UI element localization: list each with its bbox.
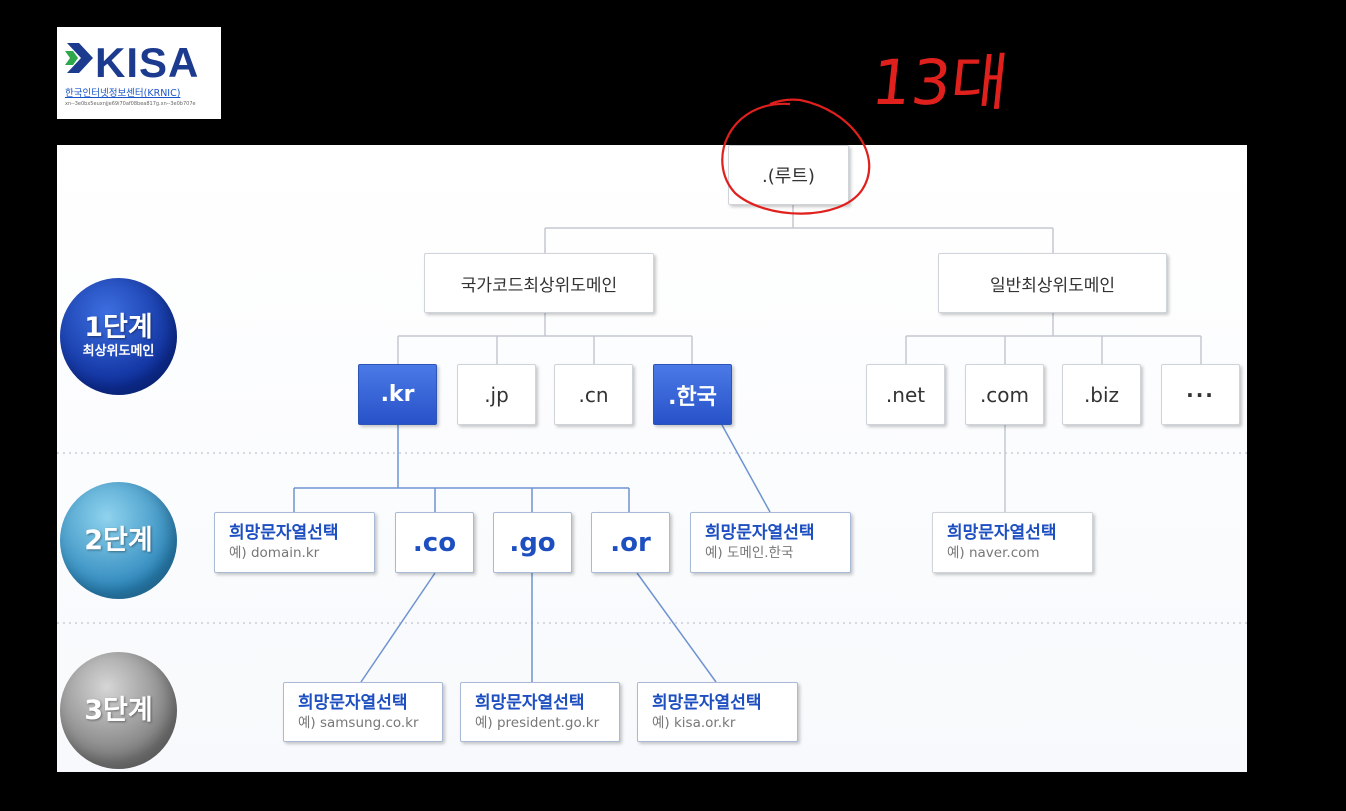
annotation-marks — [721, 98, 871, 215]
annotation-circle — [721, 98, 871, 215]
annotation-text: 13대 — [868, 46, 1012, 119]
